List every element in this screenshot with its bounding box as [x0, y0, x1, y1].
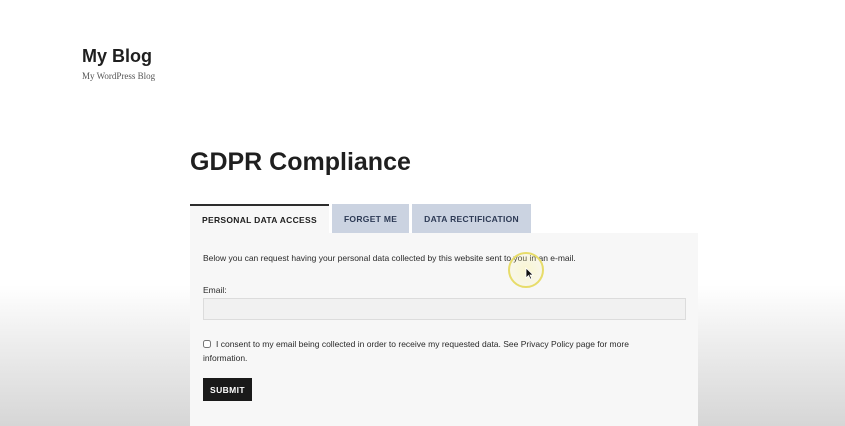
- email-input[interactable]: [203, 298, 686, 320]
- site-title[interactable]: My Blog: [82, 46, 152, 67]
- consent-text: I consent to my email being collected in…: [203, 337, 673, 365]
- tab-personal-data-access[interactable]: PERSONAL DATA ACCESS: [190, 204, 329, 233]
- consent-text-line1: I consent to my email being collected in…: [216, 339, 629, 349]
- gdpr-tabs: PERSONAL DATA ACCESS FORGET ME DATA RECT…: [190, 204, 534, 233]
- tab-forget-me[interactable]: FORGET ME: [331, 204, 410, 233]
- tab-data-rectification[interactable]: DATA RECTIFICATION: [412, 204, 531, 233]
- page-title: GDPR Compliance: [190, 148, 411, 176]
- email-label: Email:: [203, 285, 227, 295]
- mouse-pointer-icon: [525, 267, 534, 280]
- consent-checkbox[interactable]: [203, 340, 211, 348]
- personal-data-access-panel: Below you can request having your person…: [190, 233, 698, 426]
- site-tagline: My WordPress Blog: [82, 71, 156, 81]
- consent-text-line2: information.: [203, 353, 248, 363]
- submit-button[interactable]: SUBMIT: [203, 378, 252, 401]
